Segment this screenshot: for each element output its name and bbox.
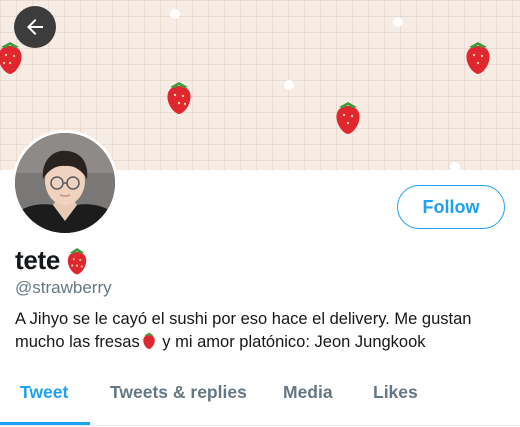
tab-tweets[interactable]: Tweet <box>20 382 68 403</box>
profile-handle: @strawberry <box>15 278 112 297</box>
strawberry-decoration <box>336 102 360 134</box>
tab-media[interactable]: Media <box>283 382 333 403</box>
profile-tabs: Tweet Tweets & replies Media Likes <box>0 370 520 427</box>
banner-dot <box>284 80 294 90</box>
banner-dot <box>450 162 460 170</box>
tab-tweets-replies[interactable]: Tweets & replies <box>110 382 247 403</box>
strawberry-icon <box>142 332 155 349</box>
bio-text: y mi amor platónico: Jeon Jungkook <box>157 333 426 351</box>
back-button[interactable] <box>14 6 56 48</box>
follow-button[interactable]: Follow <box>397 185 505 229</box>
strawberry-decoration <box>466 42 490 74</box>
tab-likes[interactable]: Likes <box>373 382 418 403</box>
banner-dot <box>170 9 180 19</box>
avatar[interactable] <box>12 130 118 236</box>
arrow-left-icon <box>27 19 43 35</box>
banner-dot <box>393 17 403 27</box>
avatar-photo <box>15 133 115 233</box>
profile-bio: A Jihyo se le cayó el sushi por eso hace… <box>15 309 510 353</box>
display-name: tete <box>15 244 61 275</box>
profile-name-row: tete <box>15 244 92 276</box>
tabs-divider <box>0 425 520 426</box>
strawberry-icon <box>67 248 87 275</box>
strawberry-decoration <box>167 82 191 114</box>
